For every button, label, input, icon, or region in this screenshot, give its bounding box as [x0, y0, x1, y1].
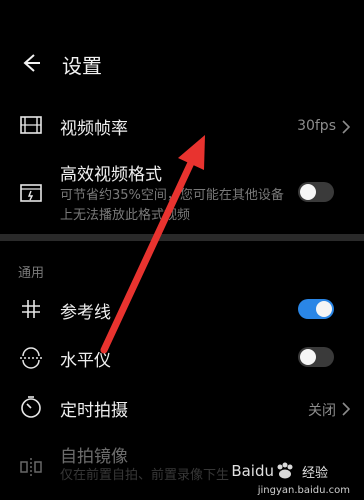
annotation-arrow [100, 135, 205, 354]
watermark-brand: Baidu [231, 462, 274, 480]
watermark-brand-cn: 经验 [301, 466, 328, 481]
paw-logo-icon [277, 462, 293, 479]
watermark-url: jingyan.baidu.com [257, 485, 350, 496]
watermark: Baidu 经验 jingyan.baidu.com [231, 460, 358, 496]
